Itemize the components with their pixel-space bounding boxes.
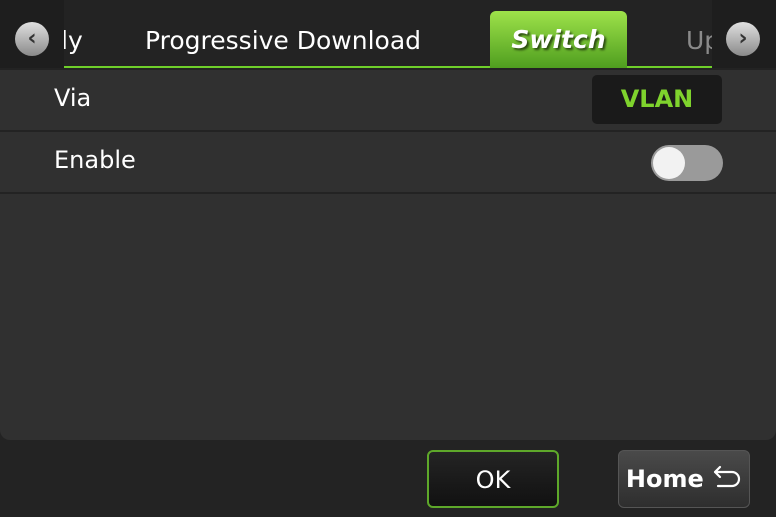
settings-panel: Via VLAN Enable [0, 70, 776, 440]
tab-progressive-download[interactable]: Progressive Download [145, 0, 421, 68]
enable-label: Enable [54, 146, 136, 174]
tab-switch[interactable]: Switch [490, 11, 627, 68]
via-label: Via [54, 84, 92, 112]
home-button[interactable]: Home [618, 450, 750, 508]
return-arrow-icon [714, 465, 741, 488]
enable-toggle[interactable] [651, 145, 723, 181]
toggle-knob [653, 147, 685, 179]
enable-row: Enable [0, 132, 776, 194]
ok-button[interactable]: OK [427, 450, 559, 508]
chevron-left-icon[interactable]: ‹ [15, 22, 49, 56]
via-select[interactable]: VLAN [592, 75, 722, 124]
tab-bar: ly Progressive Download Switch Up ‹ › [0, 0, 776, 68]
via-row: Via VLAN [0, 70, 776, 132]
chevron-right-icon[interactable]: › [726, 22, 760, 56]
home-label: Home [625, 465, 704, 493]
tab-apply[interactable]: ly [61, 0, 83, 68]
tab-up[interactable]: Up [686, 0, 712, 68]
